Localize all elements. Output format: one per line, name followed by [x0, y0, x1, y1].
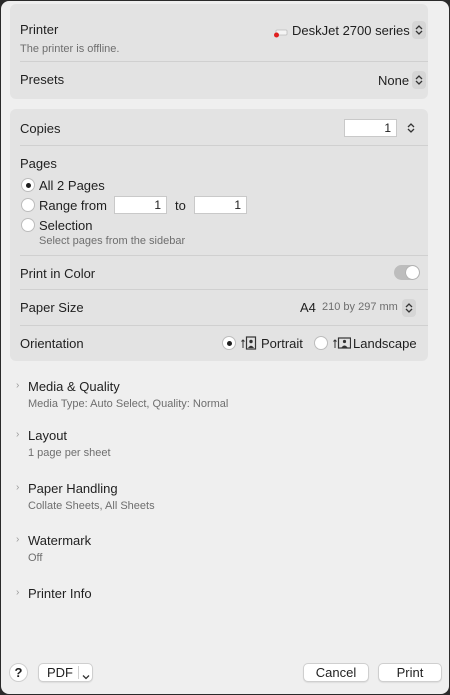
print-dialog: Printer DeskJet 2700 series The printer …	[1, 1, 449, 694]
divider	[20, 325, 428, 326]
paper-size-dimensions: 210 by 297 mm	[322, 301, 398, 313]
section-title: Paper Handling	[28, 481, 118, 496]
orientation-landscape-label[interactable]: Landscape	[353, 336, 417, 351]
pdf-divider	[78, 666, 79, 679]
pages-range-label[interactable]: Range from	[39, 198, 107, 213]
print-color-label: Print in Color	[20, 266, 96, 281]
printer-select[interactable]: DeskJet 2700 series	[266, 20, 426, 40]
pdf-label: PDF	[47, 665, 73, 680]
pages-selection-hint: Select pages from the sidebar	[39, 235, 186, 247]
range-to-label: to	[175, 198, 186, 213]
section-title: Layout	[28, 428, 68, 443]
pages-range-radio[interactable]	[21, 198, 35, 212]
orientation-landscape-radio[interactable]	[314, 336, 328, 350]
section-summary: 1 page per sheet	[28, 447, 111, 459]
paper-size-label: Paper Size	[20, 300, 84, 315]
section-title: Media & Quality	[28, 379, 120, 394]
landscape-icon	[333, 336, 352, 353]
divider	[20, 145, 428, 146]
pages-selection-label[interactable]: Selection	[39, 218, 92, 233]
copies-stepper[interactable]	[404, 119, 418, 137]
pages-all-radio[interactable]	[21, 178, 35, 192]
section-summary: Collate Sheets, All Sheets	[28, 500, 155, 512]
printer-icon	[274, 26, 288, 38]
section-layout[interactable]: › Layout 1 page per sheet	[1, 426, 441, 466]
printer-label: Printer	[20, 22, 59, 37]
paper-size-stepper-icon	[402, 299, 416, 317]
section-summary: Media Type: Auto Select, Quality: Normal	[28, 398, 229, 410]
printer-stepper-icon	[412, 21, 426, 39]
print-color-toggle[interactable]	[394, 265, 420, 280]
chevron-right-icon: ›	[16, 482, 20, 493]
pages-selection-radio[interactable]	[21, 218, 35, 232]
printer-status: The printer is offline.	[20, 43, 120, 55]
cancel-button[interactable]: Cancel	[303, 663, 369, 682]
paper-size-select[interactable]: A4 210 by 297 mm	[298, 298, 418, 318]
copies-label: Copies	[20, 121, 61, 136]
section-title: Printer Info	[28, 586, 92, 601]
section-printer-info[interactable]: › Printer Info	[1, 584, 441, 606]
printer-card: Printer DeskJet 2700 series The printer …	[10, 4, 428, 99]
print-button[interactable]: Print	[378, 663, 442, 682]
options-card: Copies 1 Pages All 2 Pages Range from 1 …	[10, 109, 428, 361]
presets-stepper-icon	[412, 71, 426, 89]
pages-label: Pages	[20, 156, 57, 171]
chevron-right-icon: ›	[16, 380, 20, 391]
paper-size-value: A4	[300, 300, 316, 315]
presets-label: Presets	[20, 72, 65, 87]
help-button[interactable]: ?	[9, 663, 28, 682]
copies-input[interactable]: 1	[344, 119, 397, 137]
chevron-right-icon: ›	[16, 429, 20, 440]
section-watermark[interactable]: › Watermark Off	[1, 531, 441, 571]
divider	[20, 61, 428, 62]
section-media-quality[interactable]: › Media & Quality Media Type: Auto Selec…	[1, 377, 441, 417]
help-icon: ?	[14, 665, 23, 680]
section-title: Watermark	[28, 533, 92, 548]
range-from-input[interactable]: 1	[114, 196, 167, 214]
section-paper-handling[interactable]: › Paper Handling Collate Sheets, All She…	[1, 479, 441, 519]
pdf-menu-button[interactable]: PDF	[38, 663, 93, 682]
printer-name: DeskJet 2700 series	[292, 23, 410, 38]
presets-value: None	[378, 73, 410, 88]
chevron-right-icon: ›	[16, 587, 20, 598]
pages-all-label[interactable]: All 2 Pages	[39, 178, 105, 193]
chevron-right-icon: ›	[16, 534, 20, 545]
orientation-label: Orientation	[20, 336, 84, 351]
orientation-portrait-radio[interactable]	[222, 336, 236, 350]
orientation-portrait-label[interactable]: Portrait	[261, 336, 303, 351]
section-summary: Off	[28, 552, 43, 564]
chevron-down-icon	[82, 668, 90, 685]
divider	[20, 255, 428, 256]
presets-select[interactable]: None	[366, 70, 426, 90]
divider	[20, 289, 428, 290]
range-to-input[interactable]: 1	[194, 196, 247, 214]
portrait-icon	[241, 336, 257, 353]
